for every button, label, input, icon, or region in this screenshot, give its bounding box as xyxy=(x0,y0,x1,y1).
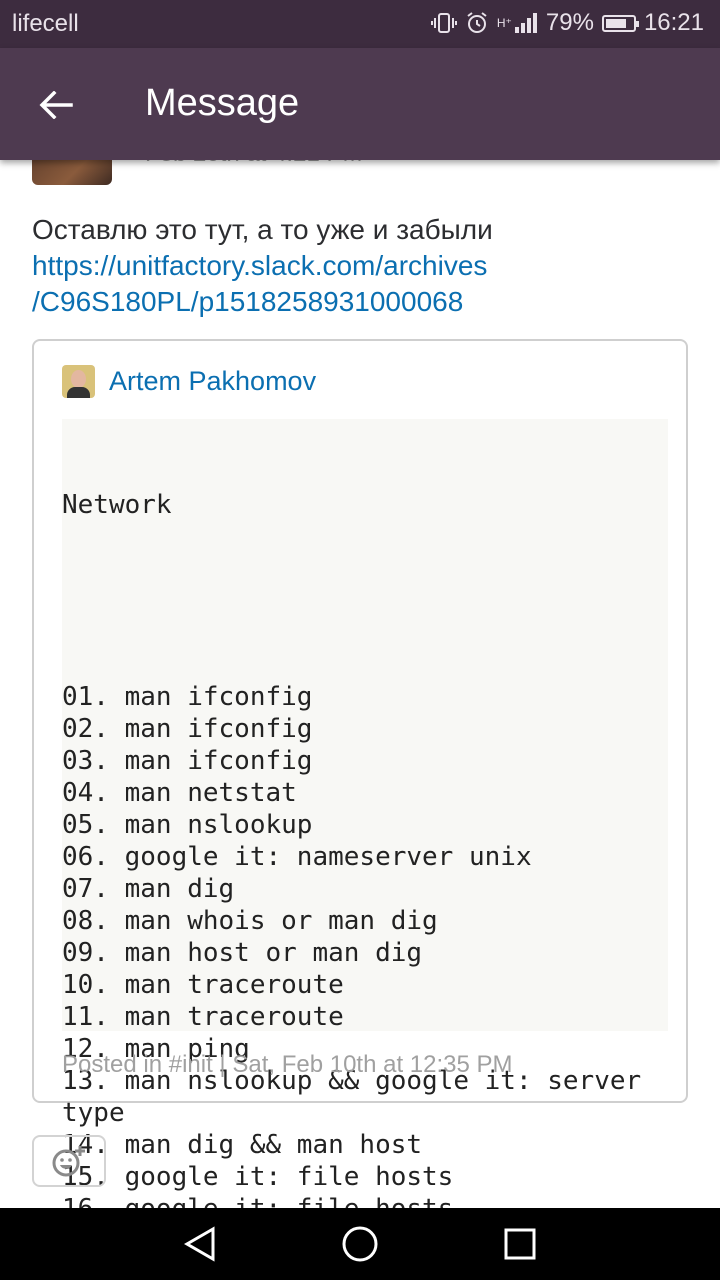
author-avatar xyxy=(62,365,95,398)
triangle-back-icon xyxy=(183,1226,215,1262)
attachment-author[interactable]: Artem Pakhomov xyxy=(62,365,316,398)
system-nav-bar xyxy=(0,1208,720,1280)
code-line: 04. man netstat xyxy=(62,778,297,808)
message-body: Оставлю это тут, а то уже и забыли https… xyxy=(32,212,692,320)
code-line: 01. man ifconfig xyxy=(62,682,313,712)
network-type-label: H⁺ xyxy=(496,16,512,30)
code-line: 02. man ifconfig xyxy=(62,714,313,744)
nav-back-button[interactable] xyxy=(180,1224,220,1264)
code-line: 05. man nslookup xyxy=(62,810,313,840)
message-link-line1: https://unitfactory.slack.com/archives xyxy=(32,250,488,281)
app-bar: Message xyxy=(0,48,720,160)
message-link[interactable]: https://unitfactory.slack.com/archives /… xyxy=(32,248,692,320)
code-line: 10. man traceroute xyxy=(62,970,344,1000)
code-line: 07. man dig xyxy=(62,874,235,904)
carrier-label: lifecell xyxy=(12,10,79,37)
shared-message-card[interactable]: Artem Pakhomov Network 01. man ifconfig 0… xyxy=(32,339,688,1208)
code-line: 14. man dig && man host xyxy=(62,1130,423,1160)
nav-recents-button[interactable] xyxy=(500,1224,540,1264)
sender-avatar[interactable] xyxy=(32,160,112,185)
clock: 16:21 xyxy=(643,9,704,36)
add-reaction-button[interactable] xyxy=(32,1135,106,1187)
code-line: 08. man whois or man dig xyxy=(62,906,438,936)
author-name[interactable]: Artem Pakhomov xyxy=(109,366,316,397)
attachment-footer[interactable]: Posted in #init | Sat, Feb 10th at 12:35… xyxy=(62,1051,513,1079)
vibrate-icon xyxy=(430,11,457,35)
battery-icon xyxy=(601,14,639,32)
message-link-line2: /C96S180PL/p1518258931000068 xyxy=(32,286,464,317)
alarm-icon xyxy=(465,11,489,35)
signal-icon: H⁺ xyxy=(497,12,538,34)
battery-level-fill xyxy=(605,18,627,28)
code-line: 15. google it: file hosts xyxy=(62,1162,454,1192)
page-title: Message xyxy=(145,82,300,124)
code-block: Network 01. man ifconfig 02. man ifconfig… xyxy=(62,419,668,1208)
status-bar: lifecell H⁺ 79% 16:21 xyxy=(0,0,720,48)
message-text: Оставлю это тут, а то уже и забыли xyxy=(32,214,493,245)
code-line: 16. google it: file hosts xyxy=(62,1193,668,1208)
code-line: 09. man host or man dig xyxy=(62,938,423,968)
code-line: 11. man traceroute xyxy=(62,1002,344,1032)
code-title: Network xyxy=(62,490,172,520)
circle-home-icon xyxy=(342,1226,378,1262)
status-icons: H⁺ 79% 16:21 xyxy=(430,9,704,37)
square-recents-icon xyxy=(504,1228,536,1260)
code-line: 03. man ifconfig xyxy=(62,746,313,776)
message-timestamp: Feb 20th at 4:21 PM xyxy=(145,160,362,168)
nav-home-button[interactable] xyxy=(340,1224,380,1264)
arrow-left-icon xyxy=(39,91,73,119)
code-line: 06. google it: nameserver unix xyxy=(62,842,532,872)
add-emoji-icon xyxy=(52,1146,85,1177)
battery-percent: 79% xyxy=(545,9,594,36)
message-content: Feb 20th at 4:21 PM Оставлю это тут, а т… xyxy=(0,160,720,1208)
back-button[interactable] xyxy=(32,81,80,129)
